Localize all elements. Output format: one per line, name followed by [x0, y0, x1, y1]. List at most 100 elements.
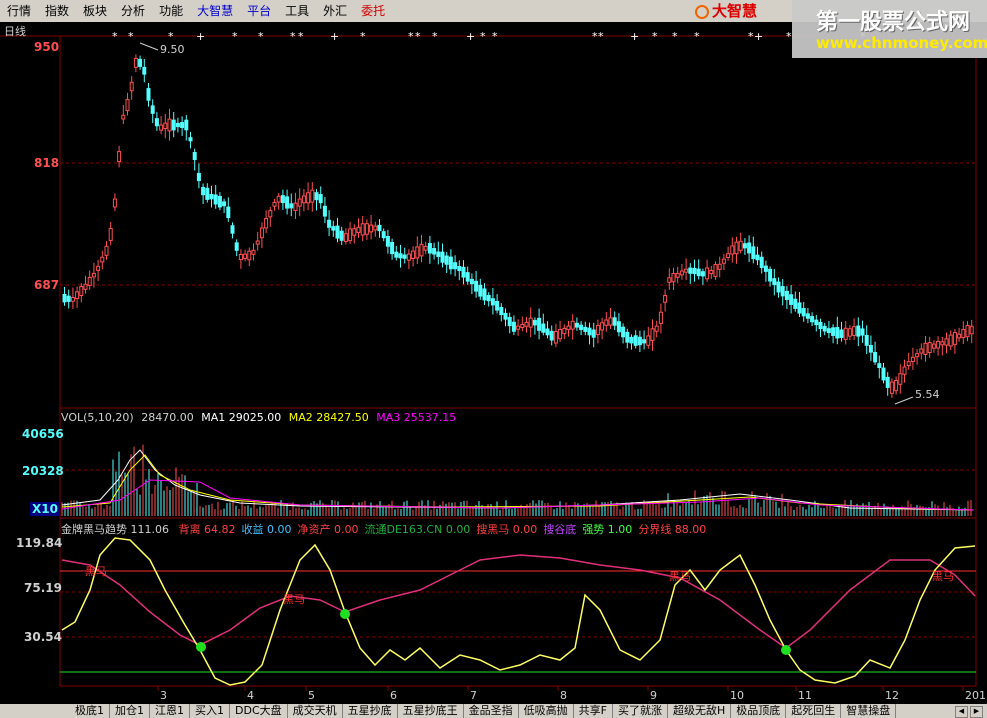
price-axis-mid: 818 — [34, 156, 60, 170]
candle-body — [957, 333, 962, 339]
scroll-left-icon[interactable]: ◀ — [955, 706, 968, 718]
candle-body — [558, 329, 563, 340]
horse-label: 黑马 — [932, 570, 954, 583]
candle-body — [776, 281, 781, 293]
month-label: 7 — [470, 689, 477, 702]
candle-body — [738, 240, 743, 251]
formula-tab-9[interactable]: 低吸高抛 — [519, 704, 574, 718]
candle-body — [495, 300, 500, 311]
candle-body — [175, 122, 180, 128]
formula-tab-7[interactable]: 五星抄底王 — [398, 704, 464, 718]
price-axis-low: 687 — [34, 278, 60, 292]
vol-ma2: 28427.50 — [316, 411, 369, 424]
buy-point-dot — [781, 645, 791, 655]
candle-body — [864, 335, 869, 346]
candle-body — [826, 328, 831, 334]
vol-params: (5,10,20) — [83, 411, 134, 424]
formula-tab-3[interactable]: 买入1 — [190, 704, 230, 718]
indicator-item-2: 净资产 0.00 — [297, 523, 359, 536]
candle-body — [457, 265, 462, 272]
candle-body — [633, 335, 638, 346]
candle-body — [566, 325, 571, 331]
indicator-item-1: 收益 0.00 — [241, 523, 292, 536]
indicator-value: 111.06 — [130, 523, 170, 536]
candle-body — [490, 298, 495, 306]
month-label: 4 — [247, 689, 254, 702]
buy-point-dot — [196, 642, 206, 652]
signal-star: + — [330, 30, 339, 43]
candle-body — [301, 195, 306, 204]
candle-body — [965, 324, 970, 338]
ind-axis-low: 30.54 — [24, 630, 62, 644]
candle-body — [877, 363, 882, 369]
vol-value: 28470.00 — [141, 411, 194, 424]
price-axis-top: 950 — [34, 40, 60, 54]
formula-tab-10[interactable]: 共享F — [574, 704, 613, 718]
candle-body — [868, 345, 873, 353]
candle-body — [730, 245, 735, 255]
month-label: 10 — [730, 689, 744, 702]
candle-body — [915, 353, 920, 358]
candle-body — [318, 194, 323, 204]
formula-tab-8[interactable]: 金品圣指 — [464, 704, 519, 718]
stock-chart[interactable]: ***+****+****+****+****+** 黑马黑马黑马黑马 3456… — [0, 0, 987, 718]
candle-body — [469, 278, 474, 285]
signal-star: * — [232, 30, 238, 43]
candle-body — [360, 223, 365, 236]
candle-body — [293, 202, 298, 212]
signal-star: * — [694, 30, 700, 43]
formula-tab-13[interactable]: 极品顶底 — [731, 704, 787, 718]
signal-star: * — [258, 30, 264, 43]
candle-body — [885, 376, 890, 388]
candle-body — [440, 251, 445, 263]
candle-body — [285, 196, 290, 209]
period-label[interactable]: 日线 — [4, 23, 26, 39]
formula-tab-6[interactable]: 五星抄底 — [343, 704, 398, 718]
candle-body — [264, 217, 269, 229]
formula-tab-12[interactable]: 超级无敌H — [668, 704, 732, 718]
low-price-label: 5.54 — [915, 388, 940, 401]
candle-body — [814, 319, 819, 326]
candle-body — [751, 246, 756, 260]
candle-body — [742, 243, 747, 249]
candle-body — [516, 325, 521, 330]
signal-star: + — [196, 30, 205, 43]
candle-body — [839, 329, 844, 339]
candle-body — [713, 264, 718, 278]
volume-header: VOL(5,10,20) 28470.00 MA1 29025.00 MA2 2… — [61, 411, 456, 424]
formula-tab-15[interactable]: 智慧操盘 — [841, 704, 897, 718]
formula-tab-14[interactable]: 起死回生 — [786, 704, 842, 718]
candle-body — [444, 255, 449, 265]
formula-tab-bar: 极底1 加仓1 江恩1 买入1 DDC大盘 成交天机 五星抄底 五星抄底王 金品圣指 低吸高抛 共享… — [0, 704, 987, 718]
candle-body — [726, 253, 731, 259]
horse-label: 黑马 — [283, 593, 305, 606]
candle-body — [671, 273, 676, 283]
candle-body — [709, 269, 714, 275]
formula-tab-11[interactable]: 买了就涨 — [613, 704, 668, 718]
candle-body — [503, 312, 508, 320]
formula-tab-2[interactable]: 江恩1 — [150, 704, 190, 718]
candle-body — [171, 119, 176, 131]
candle-body — [650, 328, 655, 341]
candle-body — [700, 271, 705, 277]
scroll-right-icon[interactable]: ▶ — [970, 706, 983, 718]
formula-tab-1[interactable]: 加仓1 — [110, 704, 150, 718]
candle-body — [780, 286, 785, 297]
vol-ma1-label: MA1 — [201, 411, 226, 424]
candle-body — [583, 326, 588, 332]
candle-body — [835, 326, 840, 339]
signal-star: * — [290, 30, 296, 43]
indicator-name: 金牌黑马趋势 — [61, 523, 127, 536]
formula-tab-4[interactable]: DDC大盘 — [230, 704, 288, 718]
candle-body — [75, 291, 80, 300]
candle-body — [679, 270, 684, 276]
candle-body — [810, 316, 815, 323]
formula-tab-5[interactable]: 成交天机 — [288, 704, 343, 718]
candle-body — [222, 201, 227, 207]
candle-body — [646, 335, 651, 346]
candle-body — [154, 118, 159, 127]
formula-tab-0[interactable]: 极底1 — [70, 704, 110, 718]
candle-body — [453, 262, 458, 270]
watermark-url: www.chnmoney.com — [816, 34, 987, 52]
candle-body — [961, 328, 966, 339]
